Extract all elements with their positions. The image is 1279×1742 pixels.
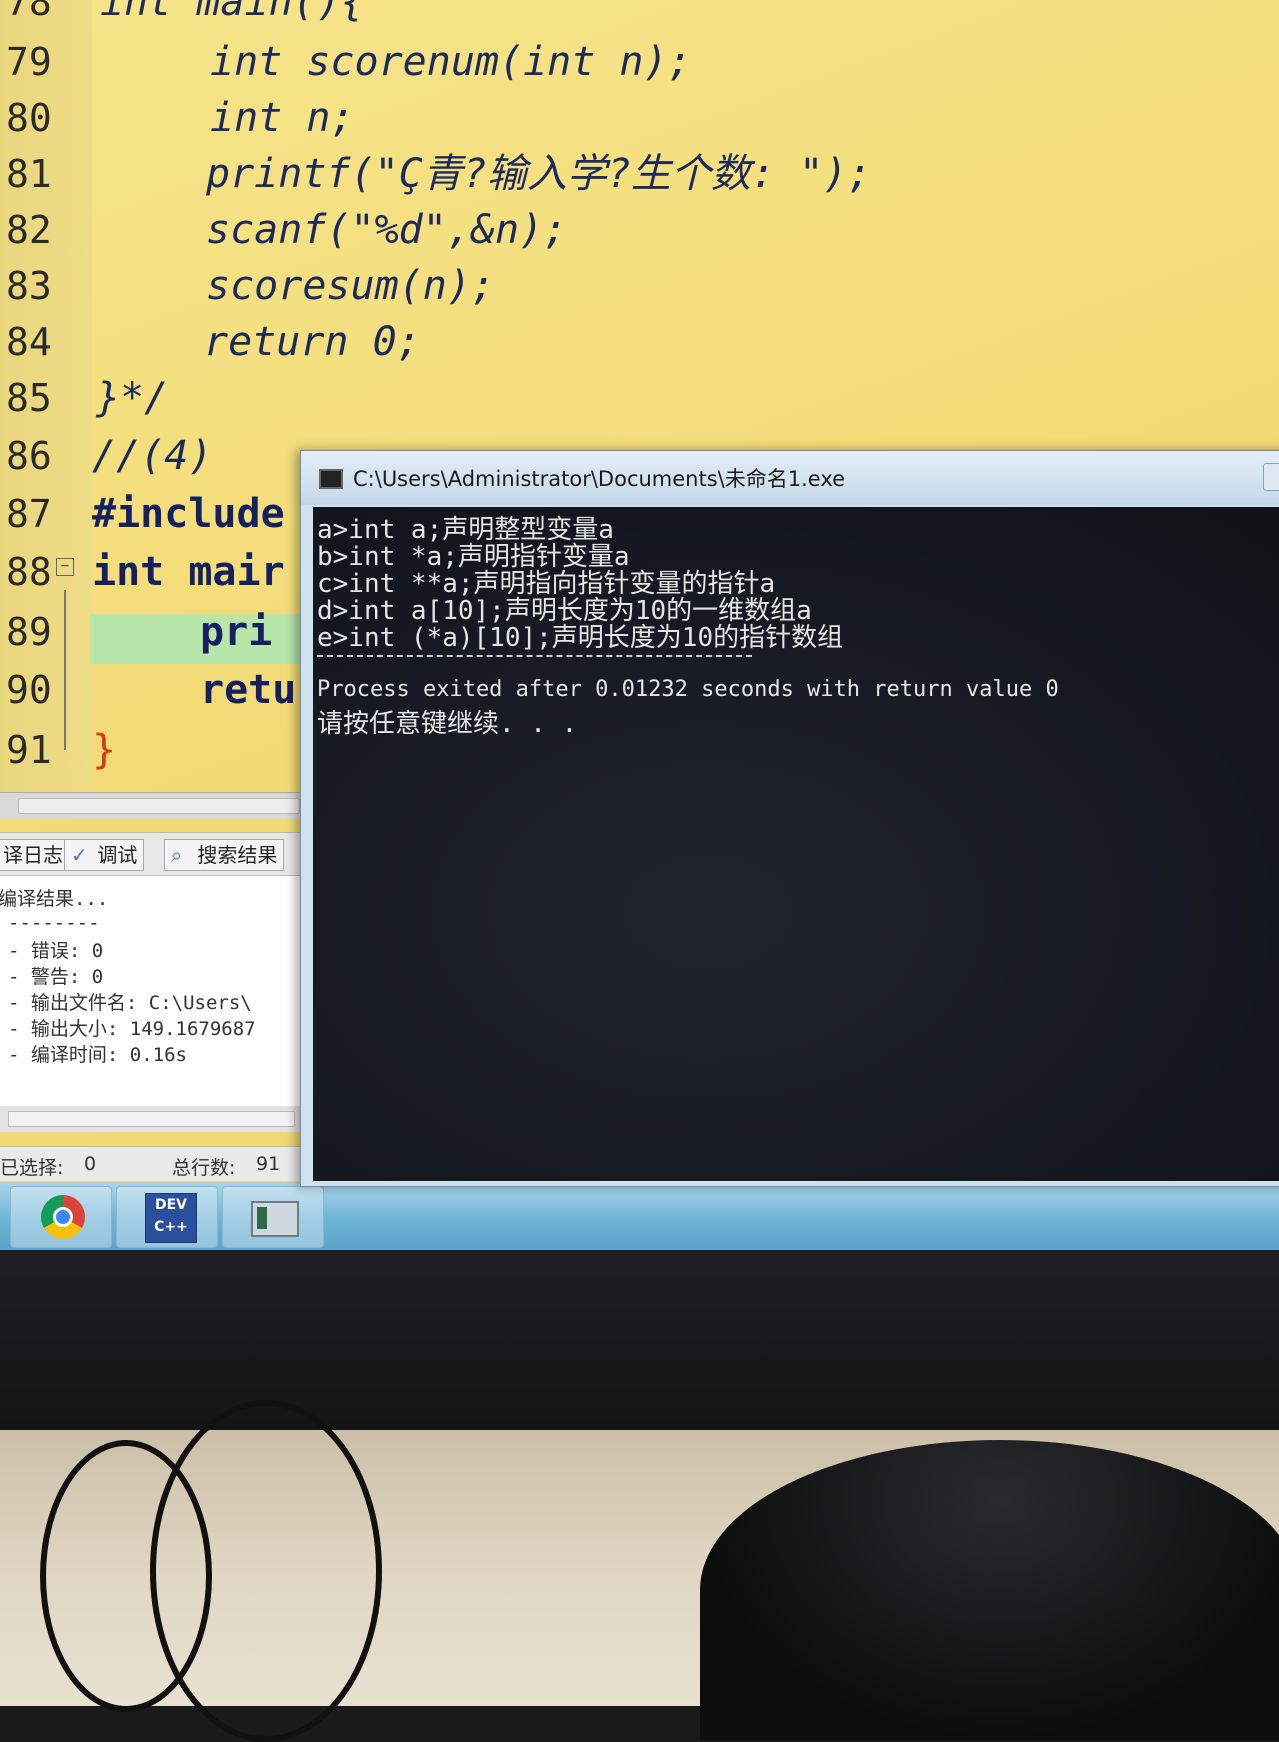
- line-number: 90: [6, 668, 52, 712]
- code-text: }: [92, 727, 117, 773]
- taskbar: DEV C++: [0, 1182, 1279, 1250]
- log-line: - 错误: 0: [8, 940, 104, 962]
- code-text: pri: [200, 609, 273, 655]
- devcpp-logo-text: C++: [154, 1219, 188, 1235]
- line-number: 82: [6, 208, 52, 252]
- output-line: e>int (*a)[10];声明长度为10的指针数组: [317, 623, 844, 653]
- line-number: 78: [6, 0, 52, 24]
- monitor-stand: [700, 1440, 1279, 1740]
- log-line: --------: [8, 912, 100, 934]
- monitor-bezel: [0, 1250, 1279, 1430]
- monitor-screen: 78 int main(){ 79 int scorenum(int n); 8…: [0, 0, 1279, 1250]
- taskbar-devcpp-button[interactable]: DEV C++: [116, 1186, 218, 1248]
- devcpp-logo-text: DEV: [154, 1197, 188, 1213]
- cable: [40, 1440, 212, 1712]
- code-text: retu: [200, 667, 297, 713]
- console-window[interactable]: C:\Users\Administrator\Documents\未命名1.ex…: [300, 450, 1279, 1187]
- compile-log: 编译结果... -------- - 错误: 0 - 警告: 0 - 输出文件名…: [0, 876, 300, 1106]
- log-line: - 警告: 0: [8, 966, 104, 988]
- line-number: 86: [6, 434, 52, 478]
- dev-cpp-icon: DEV C++: [145, 1193, 197, 1243]
- log-line: - 编译时间: 0.16s: [8, 1044, 187, 1066]
- editor-horizontal-scrollbar[interactable]: [0, 792, 300, 819]
- code-line-84[interactable]: 84 return 0;: [0, 314, 1279, 370]
- tab-label: 搜索结果: [197, 843, 278, 867]
- line-number: 79: [6, 40, 52, 84]
- bottom-panel-tabs: 译日志 ✓ 调试 ⌕ 搜索结果: [0, 832, 300, 876]
- code-text: int scorenum(int n);: [210, 39, 692, 85]
- taskbar-chrome-button[interactable]: [10, 1186, 112, 1248]
- code-text: int n;: [210, 95, 355, 141]
- line-number: 80: [6, 96, 52, 140]
- log-line: - 输出文件名: C:\Users\: [8, 992, 252, 1014]
- search-icon: ⌕: [171, 843, 183, 867]
- line-number: 91: [6, 728, 52, 772]
- console-icon: [251, 1201, 299, 1237]
- code-line-78[interactable]: 78 int main(){: [0, 0, 1279, 30]
- console-window-icon: [319, 469, 343, 489]
- line-number: 87: [6, 492, 52, 536]
- tab-debug[interactable]: ✓ 调试: [64, 839, 145, 871]
- fold-toggle-icon[interactable]: −: [56, 558, 74, 576]
- check-icon: ✓: [71, 843, 88, 867]
- tab-search-results[interactable]: ⌕ 搜索结果: [164, 839, 285, 871]
- code-text: scoresum(n);: [206, 263, 495, 309]
- code-text: int main(){: [100, 0, 365, 25]
- line-number: 83: [6, 264, 52, 308]
- line-number: 85: [6, 376, 52, 420]
- code-text: int mair: [92, 549, 285, 595]
- code-line-80[interactable]: 80 int n;: [0, 90, 1279, 146]
- code-text: }*/: [96, 375, 169, 421]
- console-title: C:\Users\Administrator\Documents\未命名1.ex…: [353, 467, 846, 491]
- code-text: scanf("%d",&n);: [206, 207, 568, 253]
- code-text: printf("Ç青?输入学?生个数: ");: [206, 151, 872, 197]
- log-line: 编译结果...: [0, 888, 109, 910]
- code-line-82[interactable]: 82 scanf("%d",&n);: [0, 202, 1279, 258]
- scrollbar-thumb[interactable]: [8, 1111, 295, 1127]
- console-titlebar[interactable]: C:\Users\Administrator\Documents\未命名1.ex…: [301, 451, 1279, 505]
- status-bar: 已选择: 0 总行数: 91: [0, 1146, 300, 1181]
- press-any-key-message: 请按任意键继续. . .: [317, 709, 578, 739]
- code-text: //(4): [92, 433, 213, 479]
- log-line: - 输出大小: 149.1679687: [8, 1018, 256, 1040]
- line-number: 81: [6, 152, 52, 196]
- tab-label: 译日志: [3, 843, 63, 867]
- separator-line: [317, 655, 752, 657]
- minimize-button[interactable]: –: [1263, 463, 1279, 491]
- code-line-83[interactable]: 83 scoresum(n);: [0, 258, 1279, 314]
- chrome-icon: [41, 1195, 85, 1239]
- line-number: 89: [6, 610, 52, 654]
- log-horizontal-scrollbar[interactable]: [0, 1106, 300, 1132]
- total-lines-label: 总行数:: [172, 1157, 236, 1179]
- total-lines-value: 91: [256, 1153, 281, 1175]
- selected-value: 0: [84, 1153, 97, 1175]
- selected-label: 已选择:: [0, 1157, 64, 1179]
- code-text: #include: [92, 491, 285, 537]
- fold-guide-line: [64, 590, 66, 750]
- tab-compile-log[interactable]: 译日志: [0, 839, 70, 871]
- taskbar-console-button[interactable]: [222, 1186, 324, 1248]
- code-text: return 0;: [204, 319, 421, 365]
- exit-message: Process exited after 0.01232 seconds wit…: [317, 677, 1059, 702]
- scrollbar-thumb[interactable]: [18, 798, 300, 814]
- code-line-81[interactable]: 81 printf("Ç青?输入学?生个数: ");: [0, 146, 1279, 202]
- tab-label: 调试: [97, 843, 138, 867]
- code-line-79[interactable]: 79 int scorenum(int n);: [0, 34, 1279, 90]
- console-output[interactable]: a>int a;声明整型变量a b>int *a;声明指针变量a c>int *…: [313, 507, 1279, 1181]
- separator-text: --------------------------------: [317, 639, 336, 640]
- line-number: 88: [6, 550, 52, 594]
- code-line-85[interactable]: 85 }*/: [0, 370, 1279, 426]
- line-number: 84: [6, 320, 52, 364]
